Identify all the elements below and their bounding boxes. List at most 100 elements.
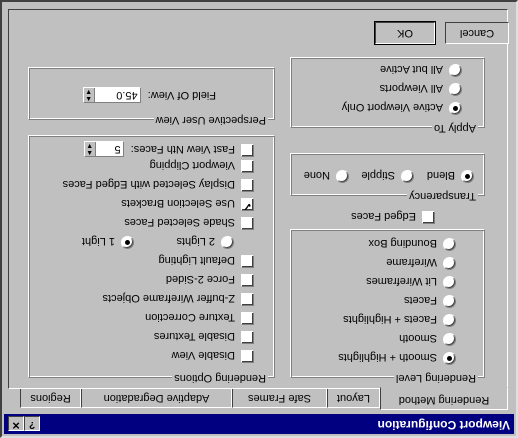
tab-strip: Rendering Method Layout Safe Frames Adap… (8, 387, 508, 410)
wireframe-radio[interactable]: Wireframe (386, 256, 456, 270)
title-bar[interactable]: Viewport Configuration ? ✕ (4, 414, 514, 434)
disable-textures-checkbox[interactable]: Disable Textures (154, 330, 254, 344)
lit-wireframes-radio[interactable]: Lit Wireframes (366, 275, 456, 289)
fast-view-nth-faces-checkbox[interactable]: Fast View Nth Faces: 5 ▲ ▼ (83, 140, 254, 157)
none-radio[interactable]: None (304, 169, 349, 183)
radio-label: Bounding Box (368, 237, 438, 249)
bounding-box-radio[interactable]: Bounding Box (368, 237, 456, 251)
viewport-clipping-checkbox[interactable]: Viewport Clipping (150, 159, 254, 173)
tab-layout[interactable]: Layout (327, 388, 380, 408)
radio-label: All but Active (380, 63, 443, 75)
radio-indicator (336, 170, 349, 183)
checkbox-label: Texture Correction (145, 311, 235, 323)
transparency-legend: Transparency (407, 190, 478, 202)
ok-button[interactable]: OK (374, 21, 436, 45)
facets-radio[interactable]: Facets (404, 294, 456, 308)
smooth-highlights-radio[interactable]: Smooth + Highlights (338, 351, 456, 365)
edged-faces-checkbox[interactable]: Edged Faces (351, 210, 435, 224)
checkbox-label: Shade Selected Faces (124, 216, 235, 228)
checkbox-indicator (241, 160, 254, 173)
tab-safe-frames[interactable]: Safe Frames (232, 388, 327, 408)
field-of-view-value: 45.0 (116, 89, 138, 101)
dialog-stage: Viewport Configuration ? ✕ Rendering Met… (0, 0, 518, 438)
display-selected-edged-checkbox[interactable]: Display Selected with Edged Faces (63, 178, 254, 192)
fast-view-value: 5 (114, 142, 121, 155)
radio-label: Blend (426, 169, 455, 181)
radio-label: Lit Wireframes (366, 275, 437, 287)
spinner-arrows-icon[interactable]: ▲ ▼ (84, 141, 96, 156)
close-button[interactable]: ✕ (8, 416, 24, 431)
cancel-button[interactable]: Cancel (445, 22, 509, 44)
facets-highlights-radio[interactable]: Facets + Highlights (343, 313, 456, 327)
radio-indicator (449, 102, 462, 115)
help-button[interactable]: ? (24, 416, 40, 431)
radio-indicator (449, 64, 462, 77)
use-selection-brackets-checkbox[interactable]: Use Selection Brackets (121, 197, 254, 211)
apply-to-group: Apply To Active Viewport Only All Viewpo… (291, 58, 485, 134)
checkbox-indicator (241, 198, 254, 211)
all-but-active-radio[interactable]: All but Active (380, 63, 462, 77)
radio-indicator (443, 314, 456, 327)
smooth-radio[interactable]: Smooth (399, 332, 456, 346)
radio-indicator (443, 352, 456, 365)
default-lighting-checkbox[interactable]: Default Lighting (159, 254, 254, 268)
checkbox-indicator (241, 293, 254, 306)
checkbox-indicator (241, 179, 254, 192)
radio-indicator (443, 276, 456, 289)
perspective-user-view-group: Perspective User View Field Of View: 45.… (29, 68, 275, 126)
radio-label: Wireframe (386, 256, 437, 268)
fast-view-spinner[interactable]: 5 ▲ ▼ (83, 140, 124, 157)
all-viewports-radio[interactable]: All Viewports (380, 82, 462, 96)
radio-label: All Viewports (379, 82, 443, 94)
checkbox-indicator (422, 211, 435, 224)
radio-label: 1 Light (81, 235, 115, 247)
stipple-radio[interactable]: Stipple (361, 169, 414, 183)
radio-indicator (401, 170, 414, 183)
checkbox-label: Use Selection Brackets (121, 197, 235, 209)
checkbox-label: Fast View Nth Faces: (130, 143, 235, 155)
checkbox-label: Z-buffer Wireframe Objects (102, 292, 235, 304)
force-2-sided-checkbox[interactable]: Force 2-Sided (166, 273, 254, 287)
checkbox-indicator (241, 274, 254, 287)
field-of-view-spinner[interactable]: 45.0 ▲ ▼ (82, 87, 141, 103)
zbuffer-wireframe-checkbox[interactable]: Z-buffer Wireframe Objects (103, 292, 254, 306)
radio-indicator (221, 236, 234, 249)
rendering-options-legend: Rendering Options (172, 372, 268, 384)
spinner-arrows-icon[interactable]: ▲ ▼ (83, 88, 95, 102)
texture-correction-checkbox[interactable]: Texture Correction (145, 311, 254, 325)
tab-regions[interactable]: Regions (20, 388, 81, 408)
radio-indicator (449, 83, 462, 96)
checkbox-indicator (241, 255, 254, 268)
two-lights-radio[interactable]: 2 Lights (176, 235, 234, 249)
radio-label: Facets + Highlights (343, 313, 437, 325)
blend-radio[interactable]: Blend (427, 169, 474, 183)
radio-label: Stipple (361, 169, 395, 181)
checkbox-label: Display Selected with Edged Faces (62, 178, 235, 190)
checkbox-label: Default Lighting (158, 254, 235, 266)
one-light-radio[interactable]: 1 Light (82, 235, 134, 249)
shade-selected-faces-checkbox[interactable]: Shade Selected Faces (124, 216, 254, 230)
checkbox-label: Edged Faces (351, 210, 416, 222)
tab-rendering-method[interactable]: Rendering Method (380, 387, 508, 410)
checkbox-indicator (241, 312, 254, 325)
perspective-user-view-legend: Perspective User View (153, 114, 268, 126)
checkbox-label: Disable View (171, 349, 235, 361)
radio-label: 2 Lights (176, 235, 215, 247)
checkbox-label: Viewport Clipping (149, 159, 235, 171)
transparency-group: Transparency Blend Stipple None (291, 154, 485, 202)
checkbox-indicator (241, 331, 254, 344)
radio-indicator (443, 295, 456, 308)
rendering-level-legend: Rendering Level (393, 372, 478, 384)
tab-adaptive-degradation[interactable]: Adaptive Degradation (81, 388, 232, 408)
radio-label: None (303, 169, 330, 181)
checkbox-label: Disable Textures (153, 330, 235, 342)
radio-label: Smooth (399, 332, 437, 344)
rendering-level-group: Rendering Level Smooth + Highlights Smoo… (291, 230, 485, 384)
checkbox-indicator (241, 350, 254, 363)
active-viewport-only-radio[interactable]: Active Viewport Only (342, 101, 462, 115)
checkbox-label: Force 2-Sided (165, 273, 235, 285)
checkbox-indicator (241, 144, 254, 157)
radio-indicator (443, 257, 456, 270)
radio-label: Active Viewport Only (341, 101, 443, 113)
disable-view-checkbox[interactable]: Disable View (172, 349, 254, 363)
